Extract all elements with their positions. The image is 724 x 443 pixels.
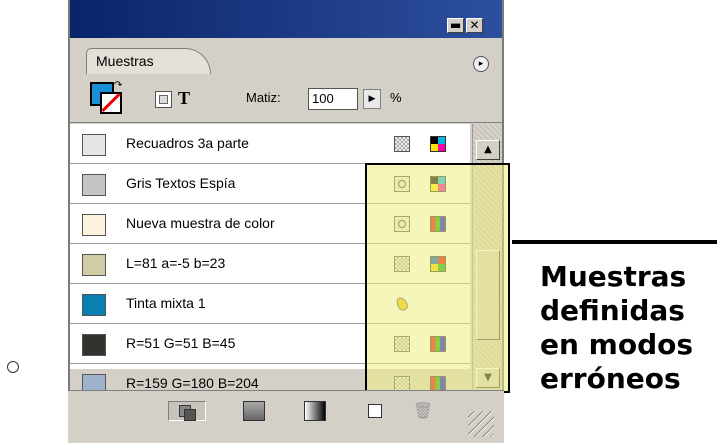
swatch-label: Tinta mixta 1	[126, 295, 206, 311]
swatch-label: R=159 G=180 B=204	[126, 375, 259, 391]
close-button[interactable]: ✕	[466, 18, 483, 33]
swatch-color-chip	[82, 294, 106, 316]
swatch-label: L=81 a=-5 b=23	[126, 255, 226, 271]
tab-strip: Muestras ▸	[70, 38, 502, 74]
tint-unit: %	[390, 90, 402, 105]
cmyk-mode-icon	[430, 136, 446, 152]
tint-input[interactable]: 100	[308, 88, 358, 110]
stroke-none-box[interactable]	[100, 92, 122, 114]
process-color-icon	[394, 136, 410, 152]
new-swatch-button[interactable]	[364, 401, 386, 421]
swatch-color-chip	[82, 134, 106, 156]
swatch-color-chip	[82, 334, 106, 356]
callout-line: erróneos	[540, 362, 681, 395]
swatch-label: R=51 G=51 B=45	[126, 335, 236, 351]
swatch-label: Nueva muestra de color	[126, 215, 275, 231]
minimize-button[interactable]: ▬	[447, 18, 464, 33]
callout-line: en modos	[540, 328, 694, 361]
resize-grip-icon[interactable]	[468, 411, 494, 437]
swatch-color-chip	[82, 174, 106, 196]
bottom-toolbar: 🗑	[68, 390, 504, 443]
swatch-label: Recuadros 3a parte	[126, 135, 249, 151]
highlight-box	[365, 163, 510, 393]
callout-leader-line	[512, 240, 717, 244]
trash-icon[interactable]: 🗑	[412, 401, 434, 421]
text-format-button[interactable]: T	[178, 88, 190, 109]
show-gradient-swatches-button[interactable]	[304, 401, 326, 421]
callout-annotation: Muestras definidas en modos erróneos	[540, 260, 693, 396]
callout-line: definidas	[540, 294, 685, 327]
swatch-controls: ↷ T Matiz: 100 ▶ %	[70, 72, 502, 123]
tint-label: Matiz:	[246, 90, 281, 105]
tab-muestras[interactable]: Muestras	[86, 48, 211, 74]
callout-line: Muestras	[540, 260, 687, 293]
container-format-button[interactable]	[155, 91, 172, 108]
fill-stroke-selector[interactable]: ↷	[90, 80, 122, 114]
swatch-label: Gris Textos Espía	[126, 175, 236, 191]
swatch-color-chip	[82, 214, 106, 236]
show-all-swatches-button[interactable]	[168, 401, 206, 421]
swap-arrow-icon[interactable]: ↷	[114, 80, 122, 91]
show-color-swatches-button[interactable]	[243, 401, 265, 421]
tint-slider-button[interactable]: ▶	[363, 89, 381, 109]
panel-title-bar[interactable]: ▬ ✕	[70, 0, 502, 38]
bullet-circle	[7, 361, 19, 373]
swatch-color-chip	[82, 254, 106, 276]
panel-menu-button[interactable]: ▸	[473, 56, 489, 72]
swatch-row[interactable]: Recuadros 3a parte	[70, 124, 470, 164]
scroll-up-button[interactable]: ▲	[476, 140, 500, 160]
